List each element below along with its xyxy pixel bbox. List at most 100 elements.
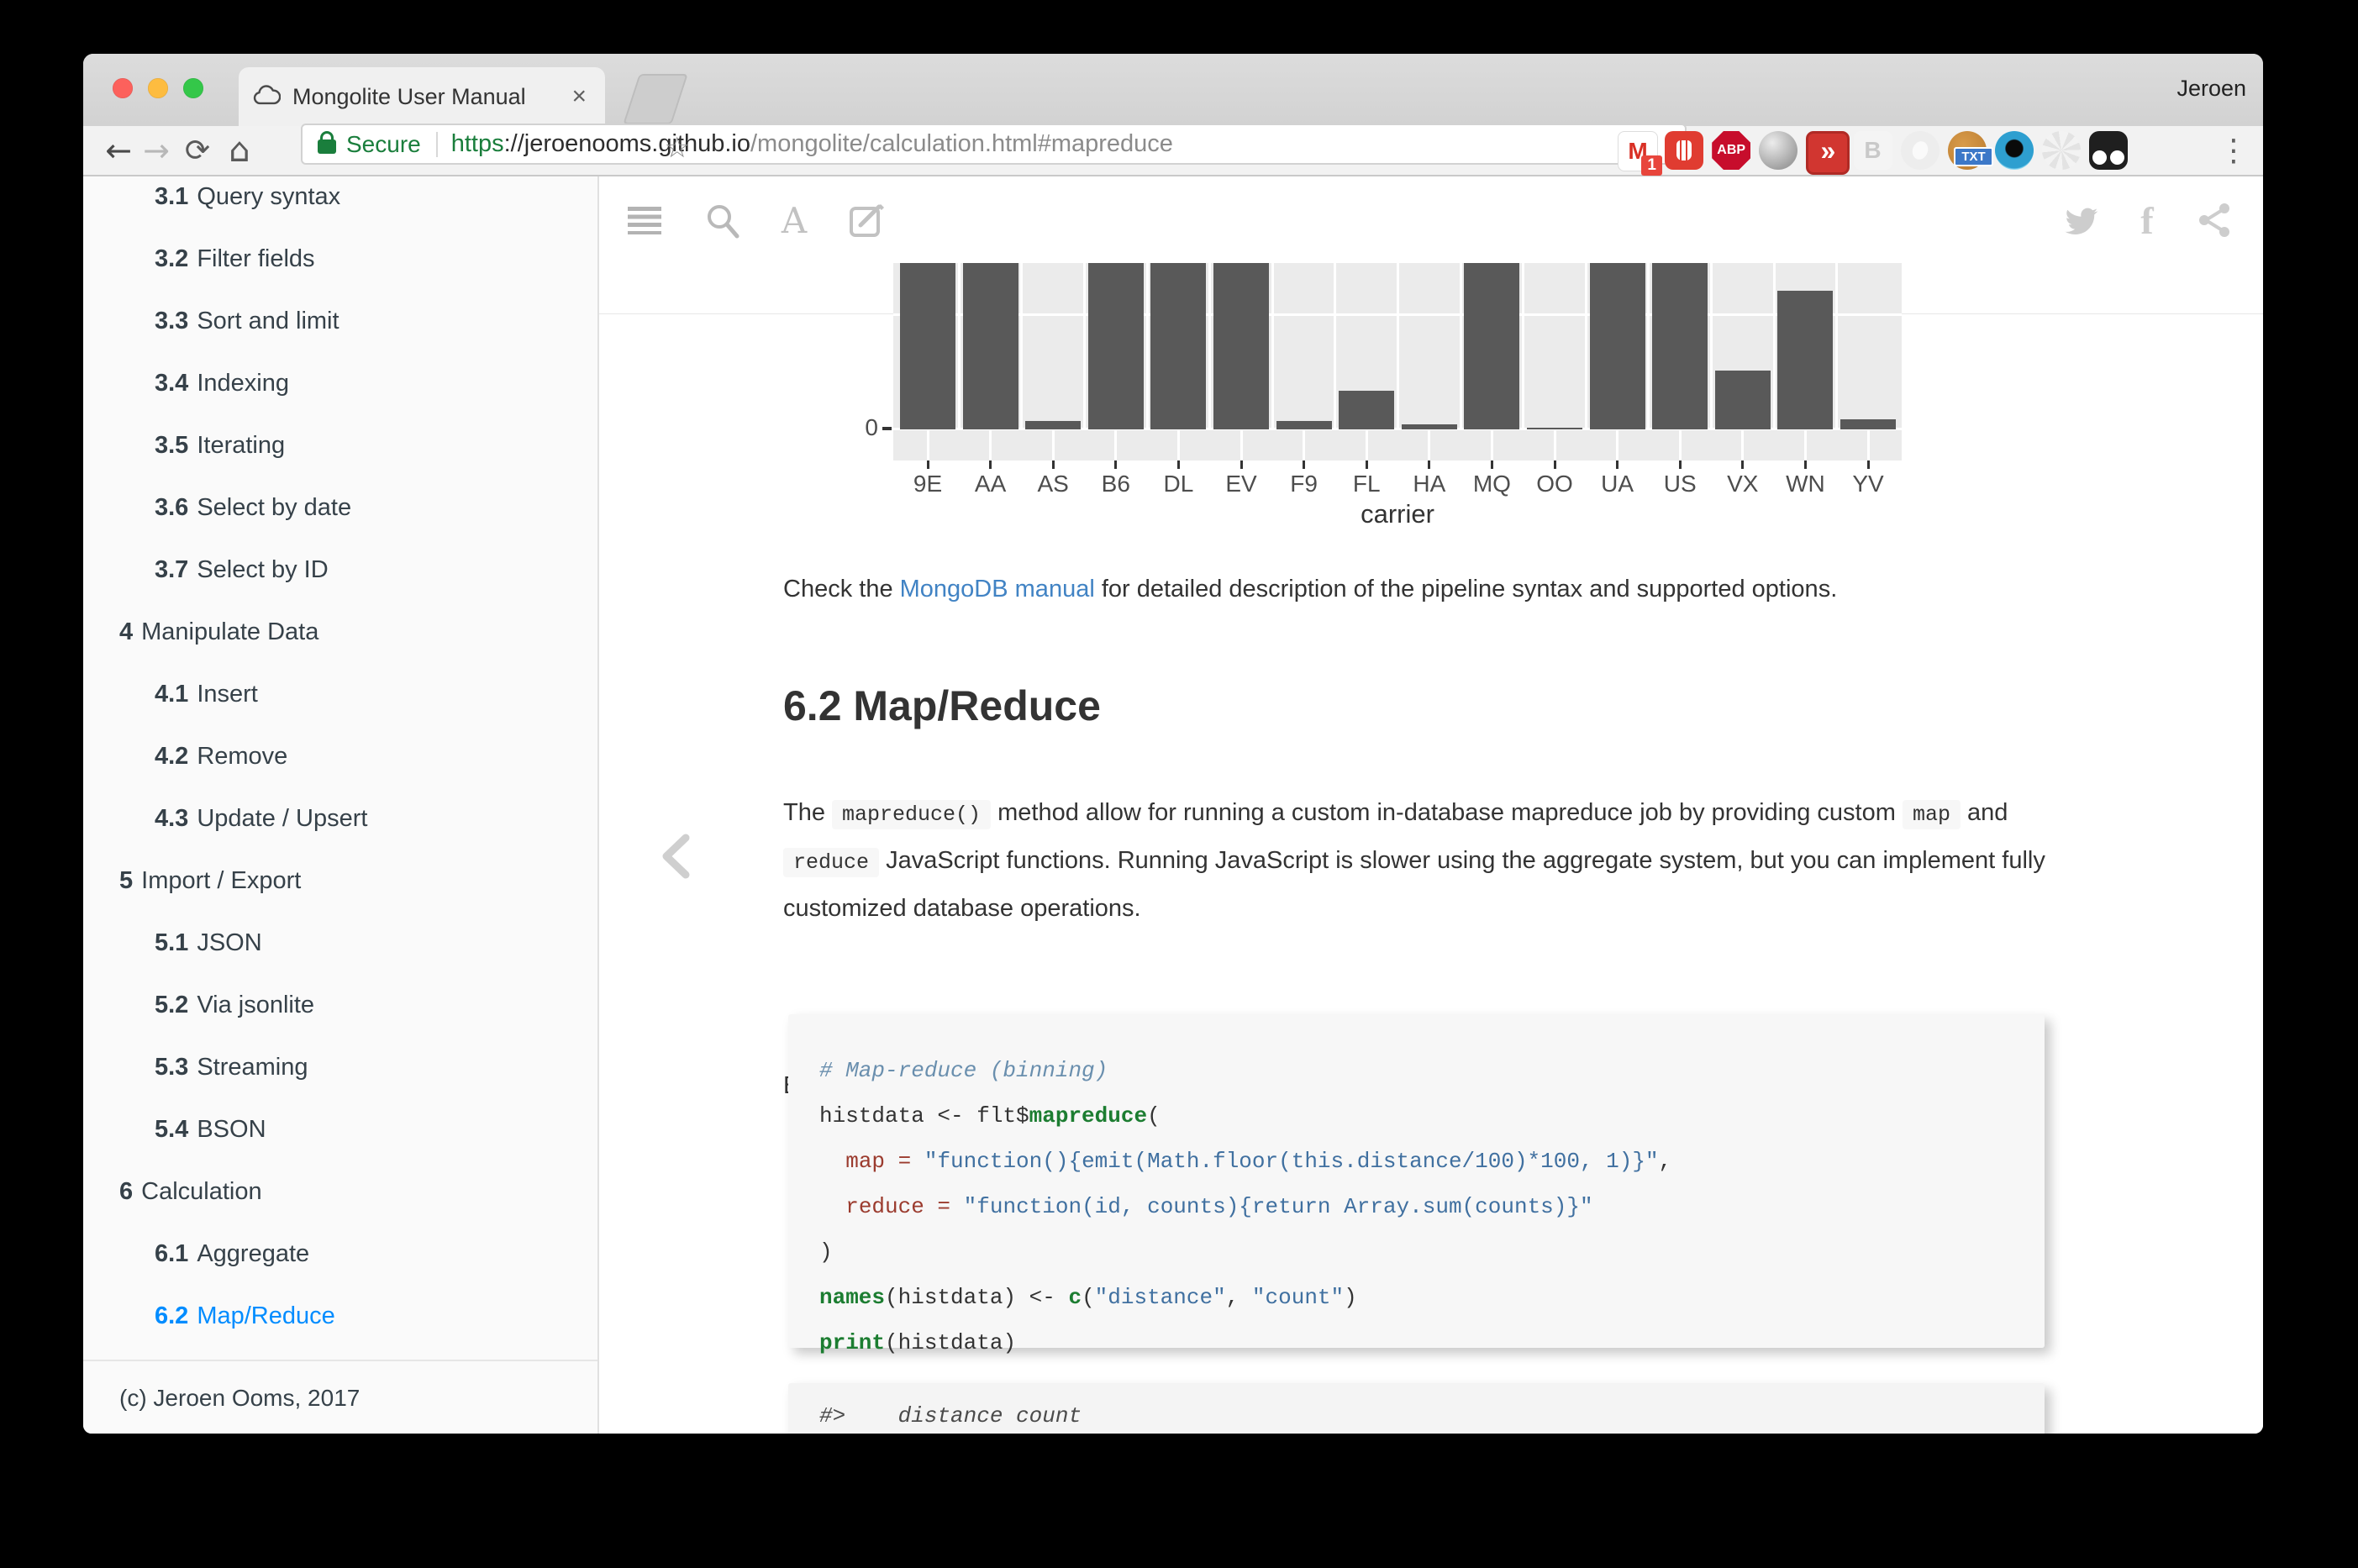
sidebar-item-4.1[interactable]: 4.1Insert	[83, 663, 597, 725]
sidebar-item-4.3[interactable]: 4.3Update / Upsert	[83, 787, 597, 850]
gridline	[1020, 263, 1023, 428]
sidebar-item-label: Calculation	[141, 1178, 261, 1205]
x-axis-tick-label: B6	[1082, 471, 1150, 497]
sidebar-footer: (c) Jeroen Ooms, 2017	[119, 1385, 360, 1412]
sidebar-item-label: Manipulate Data	[141, 618, 318, 645]
sidebar-item-5.4[interactable]: 5.4BSON	[83, 1098, 597, 1160]
mongodb-manual-link[interactable]: MongoDB manual	[900, 576, 1095, 602]
twitter-icon[interactable]	[2056, 197, 2103, 244]
sidebar-item-label: Remove	[197, 743, 287, 770]
x-axis-tick-label: MQ	[1458, 471, 1525, 497]
reload-icon[interactable]: ⟳	[179, 126, 216, 175]
tab-close-icon[interactable]: ×	[571, 84, 587, 109]
sidebar-item-3.1[interactable]: 3.1Query syntax	[83, 176, 597, 228]
sidebar-item-label: Iterating	[197, 432, 285, 459]
sidebar-item-label: Aggregate	[197, 1240, 309, 1267]
extension-ghost-icon[interactable]	[1901, 131, 1940, 170]
extension-globe-icon[interactable]	[1759, 131, 1797, 170]
sidebar-item-6.2[interactable]: 6.2Map/Reduce	[83, 1285, 597, 1347]
extension-ff-icon[interactable]: »	[1806, 131, 1850, 175]
inline-code: mapreduce()	[832, 800, 991, 829]
sidebar-item-3.6[interactable]: 3.6Select by date	[83, 476, 597, 539]
r-output-block[interactable]: #> distance count	[788, 1383, 2045, 1434]
gridline	[1616, 430, 1618, 460]
sidebar-item-5.2[interactable]: 5.2Via jsonlite	[83, 974, 597, 1036]
sidebar-item-3.2[interactable]: 3.2Filter fields	[83, 228, 597, 290]
r-code-block[interactable]: # Map-reduce (binning)histdata <- flt$ma…	[788, 1014, 2045, 1348]
browser-menu-icon[interactable]: ⋮	[2221, 131, 2246, 170]
window-minimize-button[interactable]	[148, 78, 168, 98]
code-token: (	[1147, 1103, 1161, 1129]
home-icon[interactable]: ⌂	[221, 126, 258, 175]
search-icon[interactable]	[699, 197, 746, 244]
x-axis-tick-label: AS	[1019, 471, 1087, 497]
toc-sidebar: 3.1Query syntax3.2Filter fields 3.3 Sort a…	[83, 176, 599, 1434]
font-settings-icon[interactable]: A	[771, 197, 818, 244]
x-axis-tick-mark	[1554, 460, 1556, 469]
extension-gmail-icon[interactable]: M1	[1618, 131, 1658, 171]
window-close-button[interactable]	[113, 78, 133, 98]
url-path: /mongolite/calculation.html#mapreduce	[750, 130, 1173, 157]
gridline	[989, 430, 992, 460]
code-token: names	[819, 1285, 885, 1310]
sidebar-item-number: 3.6	[155, 494, 188, 521]
bookmark-star-icon[interactable]: ☆	[665, 131, 690, 165]
extension-pin-icon[interactable]	[2042, 131, 2081, 170]
x-axis-tick-label: US	[1646, 471, 1713, 497]
x-axis-tick-label: DL	[1145, 471, 1212, 497]
code-token: "function(id, counts){return Array.sum(c…	[964, 1194, 1593, 1219]
code-token: "function(){emit(Math.floor(this.distanc…	[924, 1149, 1659, 1174]
sidebar-item-3.3[interactable]: 3.3 Sort and limit	[83, 290, 597, 352]
code-token	[819, 1149, 845, 1174]
sidebar-item-4.2[interactable]: 4.2Remove	[83, 725, 597, 787]
address-bar[interactable]: Secure https://jeroenooms.github.io/mong…	[301, 124, 1687, 165]
extension-adblock-icon[interactable]	[1665, 131, 1703, 170]
sidebar-item-3.4[interactable]: 3.4Indexing	[83, 352, 597, 414]
extension-goggles-icon[interactable]	[2089, 131, 2128, 170]
output-line: #> distance count	[819, 1403, 1082, 1429]
sidebar-item-4[interactable]: 4Manipulate Data	[83, 601, 597, 663]
secure-badge[interactable]: Secure	[346, 131, 421, 158]
paragraph-text: and	[1961, 799, 2008, 826]
gridline	[1208, 263, 1211, 428]
sidebar-item-6[interactable]: 6Calculation	[83, 1160, 597, 1223]
sidebar-item-3.5[interactable]: 3.5Iterating	[83, 414, 597, 476]
code-token: mapreduce	[1029, 1103, 1147, 1129]
browser-profile-label[interactable]: Jeroen	[2176, 76, 2246, 102]
new-tab-button[interactable]	[623, 74, 687, 124]
sidebar-item-label: Sort and limit	[197, 308, 339, 334]
sidebar-item-5[interactable]: 5Import / Export	[83, 850, 597, 912]
gridline	[1710, 263, 1713, 428]
window-zoom-button[interactable]	[183, 78, 203, 98]
sidebar-item-5.3[interactable]: 5.3Streaming	[83, 1036, 597, 1098]
sidebar-item-number: 5.3	[155, 1054, 188, 1081]
chart-bar-F9	[1276, 421, 1332, 429]
x-axis-tick-label: OO	[1521, 471, 1588, 497]
url-text[interactable]: https://jeroenooms.github.io/mongolite/c…	[451, 130, 1173, 158]
browser-window: Mongolite User Manual × Jeroen ← → ⟳ ⌂ S…	[83, 54, 2263, 1434]
facebook-icon[interactable]: f	[2124, 197, 2171, 244]
browser-tab[interactable]: Mongolite User Manual ×	[239, 67, 605, 126]
sidebar-item-3.7[interactable]: 3.7Select by ID	[83, 539, 597, 601]
sidebar-item-6.1[interactable]: 6.1Aggregate	[83, 1223, 597, 1285]
sidebar-item-number: 5	[119, 867, 133, 894]
extension-cookie-icon[interactable]: TXT	[1948, 131, 1987, 170]
gridline	[1835, 263, 1838, 428]
gridline	[1146, 263, 1149, 428]
sidebar-item-5.1[interactable]: 5.1JSON	[83, 912, 597, 974]
share-icon[interactable]	[2191, 197, 2238, 244]
chart-bar-OO	[1527, 428, 1582, 429]
extension-bitly-icon[interactable]: B	[1854, 131, 1892, 170]
sidebar-item-number: 3.3	[155, 308, 188, 334]
toc-toggle-icon[interactable]	[621, 197, 668, 244]
edit-icon[interactable]	[844, 197, 891, 244]
previous-page-chevron-icon[interactable]	[658, 834, 695, 883]
sidebar-item-number: 3.7	[155, 556, 188, 583]
extension-eye-icon[interactable]	[1995, 131, 2034, 170]
code-token: c	[1068, 1285, 1082, 1310]
code-line: # Map-reduce (binning)	[819, 1048, 2045, 1093]
back-icon[interactable]: ←	[100, 126, 137, 175]
x-axis-tick-mark	[1679, 460, 1682, 469]
code-token	[911, 1149, 924, 1174]
sidebar-item-label: Map/Reduce	[197, 1302, 334, 1329]
